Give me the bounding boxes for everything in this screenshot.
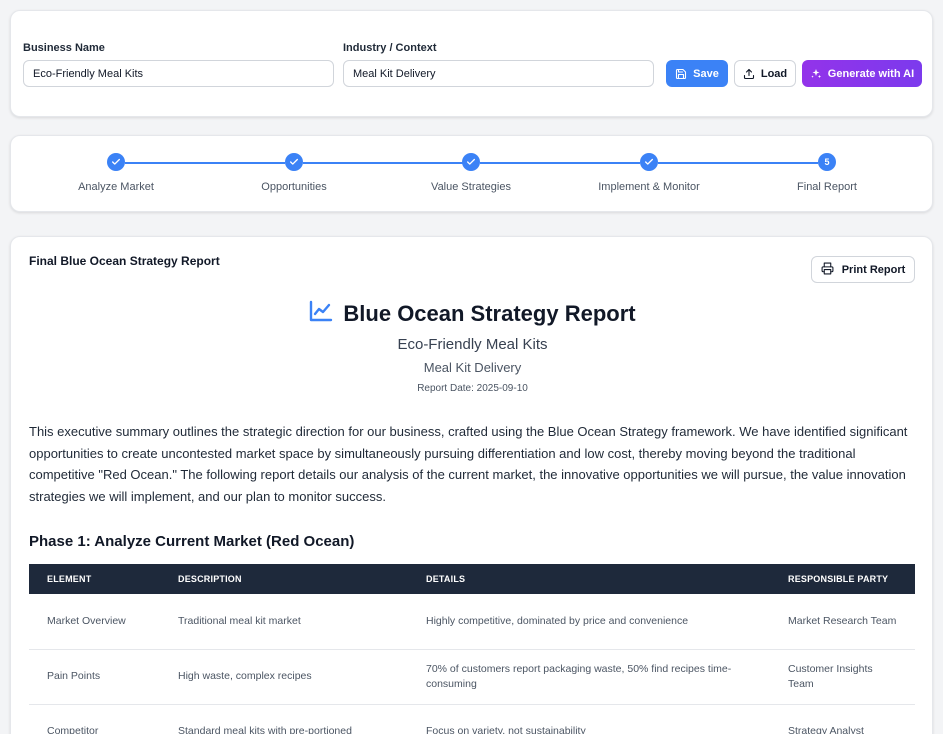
sparkles-icon: [810, 68, 822, 80]
final-report-panel: Final Blue Ocean Strategy Report Print R…: [10, 236, 933, 734]
table-cell: Highly competitive, dominated by price a…: [408, 594, 770, 650]
save-icon: [675, 68, 687, 80]
step-connector: [125, 162, 285, 164]
report-title-row: Blue Ocean Strategy Report: [11, 300, 932, 327]
phase-1-table: ELEMENT DESCRIPTION DETAILS RESPONSIBLE …: [29, 564, 915, 734]
table-cell: Strategy Analyst: [770, 704, 915, 734]
table-cell: 70% of customers report packaging waste,…: [408, 649, 770, 705]
step-2-check-icon[interactable]: [285, 153, 303, 171]
column-header-responsible-party: RESPONSIBLE PARTY: [770, 564, 915, 594]
table-cell: Focus on variety, not sustainability: [408, 704, 770, 734]
table-row: Market Overview Traditional meal kit mar…: [29, 594, 915, 650]
table-cell: High waste, complex recipes: [160, 649, 408, 705]
print-report-button[interactable]: Print Report: [811, 256, 915, 283]
table-cell: Competitor: [29, 704, 160, 734]
table-cell: Market Research Team: [770, 594, 915, 650]
report-business-name: Eco-Friendly Meal Kits: [397, 336, 548, 353]
step-connector: [303, 162, 463, 164]
table-cell: Pain Points: [29, 649, 160, 705]
table-cell: Customer Insights Team: [770, 649, 915, 705]
step-1-check-icon[interactable]: [107, 153, 125, 171]
step-label-value-strategies[interactable]: Value Strategies: [401, 181, 541, 193]
upload-icon: [743, 68, 755, 80]
report-industry: Meal Kit Delivery: [423, 360, 522, 375]
load-label: Load: [760, 67, 788, 80]
save-label: Save: [693, 67, 719, 80]
step-connector: [658, 162, 818, 164]
column-header-description: DESCRIPTION: [160, 564, 408, 594]
step-3-check-icon[interactable]: [462, 153, 480, 171]
business-name-input[interactable]: [23, 60, 334, 87]
table-row: Pain Points High waste, complex recipes …: [29, 649, 915, 705]
chart-line-icon: [309, 300, 333, 327]
industry-label: Industry / Context: [343, 42, 437, 54]
panel-heading: Final Blue Ocean Strategy Report: [29, 254, 220, 268]
report-date: Report Date: 2025-09-10: [417, 383, 528, 394]
step-4-check-icon[interactable]: [640, 153, 658, 171]
step-label-analyze-market[interactable]: Analyze Market: [46, 181, 186, 193]
generate-ai-button[interactable]: Generate with AI: [802, 60, 922, 87]
step-label-final-report[interactable]: Final Report: [757, 181, 897, 193]
step-label-implement-monitor[interactable]: Implement & Monitor: [579, 181, 719, 193]
column-header-details: DETAILS: [408, 564, 770, 594]
phase-1-heading: Phase 1: Analyze Current Market (Red Oce…: [29, 533, 355, 550]
report-title: Blue Ocean Strategy Report: [343, 300, 636, 326]
step-5-number[interactable]: 5: [818, 153, 836, 171]
generate-ai-label: Generate with AI: [827, 67, 915, 80]
load-button[interactable]: Load: [734, 60, 796, 87]
step-label-opportunities[interactable]: Opportunities: [224, 181, 364, 193]
table-cell: Standard meal kits with pre-portioned: [160, 704, 408, 734]
executive-summary: This executive summary outlines the stra…: [29, 424, 908, 504]
table-cell: Market Overview: [29, 594, 160, 650]
printer-icon: [821, 262, 834, 278]
column-header-element: ELEMENT: [29, 564, 160, 594]
industry-input[interactable]: [343, 60, 654, 87]
business-name-label: Business Name: [23, 42, 105, 54]
progress-stepper: 5 Analyze Market Opportunities Value Str…: [10, 135, 933, 212]
table-row: Competitor Standard meal kits with pre-p…: [29, 704, 915, 734]
print-report-label: Print Report: [841, 263, 906, 276]
table-header-row: ELEMENT DESCRIPTION DETAILS RESPONSIBLE …: [29, 564, 915, 594]
business-info-panel: Business Name Industry / Context Save Lo…: [10, 10, 933, 117]
table-cell: Traditional meal kit market: [160, 594, 408, 650]
step-connector: [480, 162, 640, 164]
save-button[interactable]: Save: [666, 60, 728, 87]
